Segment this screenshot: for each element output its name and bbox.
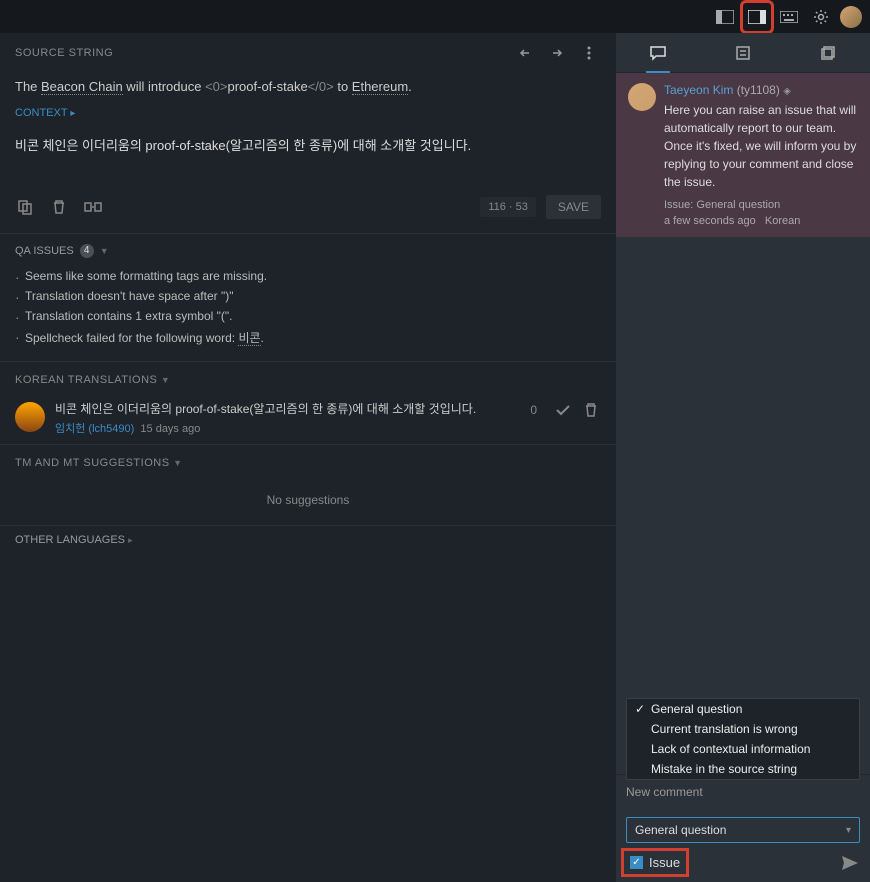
comments-pane: Taeyeon Kim (ty1108) ◈ Here you can rais…	[616, 33, 870, 882]
tab-files[interactable]	[808, 33, 848, 73]
top-toolbar	[0, 0, 870, 33]
new-comment-input[interactable]: New comment	[626, 783, 860, 805]
comment-issue-label: Issue: General question	[664, 199, 858, 211]
translator-link[interactable]: 임치헌 (lch5490)	[55, 423, 134, 435]
issue-checkbox[interactable]: ✓	[630, 856, 643, 869]
panel-left-icon[interactable]	[712, 4, 738, 30]
insert-tag-icon[interactable]	[83, 197, 103, 217]
approve-icon[interactable]	[553, 400, 573, 420]
comment-text: Here you can raise an issue that will au…	[664, 101, 858, 191]
qa-issues-list: Seems like some formatting tags are miss…	[0, 262, 616, 361]
dropdown-option[interactable]: Current translation is wrong	[627, 719, 859, 739]
gear-icon[interactable]	[808, 4, 834, 30]
copy-source-icon[interactable]	[15, 197, 35, 217]
issue-type-select[interactable]: General question ▾	[626, 817, 860, 843]
editor-pane: SOURCE STRING The Beacon Chain will intr…	[0, 33, 616, 882]
tm-suggestions-header[interactable]: TM AND MT SUGGESTIONS ▼	[0, 445, 616, 475]
source-string-header: SOURCE STRING	[15, 47, 113, 59]
commenter-name[interactable]: Taeyeon Kim	[664, 83, 733, 97]
issue-checkbox-wrap[interactable]: ✓ Issue	[626, 853, 684, 872]
korean-translations-header[interactable]: KOREAN TRANSLATIONS ▼	[0, 362, 616, 392]
other-languages-header[interactable]: OTHER LANGUAGES ▸	[0, 525, 616, 554]
qa-count-badge: 4	[80, 244, 94, 258]
translator-avatar	[15, 402, 45, 432]
delete-suggestion-icon[interactable]	[581, 400, 601, 420]
character-count: 116 · 53	[480, 197, 536, 217]
qa-issue-item: Spellcheck failed for the following word…	[15, 326, 601, 349]
delete-icon[interactable]	[49, 197, 69, 217]
comment-item: Taeyeon Kim (ty1108) ◈ Here you can rais…	[616, 73, 870, 237]
verified-icon: ◈	[783, 86, 791, 97]
dropdown-option[interactable]: Lack of contextual information	[627, 739, 859, 759]
translation-input[interactable]: 비콘 체인은 이더리움의 proof-of-stake(알고리즘의 한 종류)에…	[0, 125, 616, 185]
qa-issues-header[interactable]: QA ISSUES 4 ▼	[0, 234, 616, 262]
tab-comments[interactable]	[638, 33, 678, 73]
no-suggestions-text: No suggestions	[0, 475, 616, 525]
tab-terms[interactable]	[723, 33, 763, 73]
commenter-avatar	[628, 83, 656, 111]
issue-type-dropdown[interactable]: General question Current translation is …	[626, 698, 860, 780]
user-avatar[interactable]	[840, 6, 862, 28]
vote-count: 0	[530, 403, 537, 417]
send-icon[interactable]	[840, 854, 860, 872]
qa-issue-item: Translation doesn't have space after ")"	[15, 286, 601, 306]
context-toggle[interactable]: CONTEXT ▸	[0, 105, 616, 125]
translation-suggestion[interactable]: 비콘 체인은 이더리움의 proof-of-stake(알고리즘의 한 종류)에…	[0, 392, 616, 444]
save-button[interactable]: SAVE	[546, 195, 601, 219]
dropdown-option[interactable]: General question	[627, 699, 859, 719]
qa-issue-item: Seems like some formatting tags are miss…	[15, 266, 601, 286]
prev-string-icon[interactable]	[513, 41, 537, 65]
next-string-icon[interactable]	[545, 41, 569, 65]
source-text: The Beacon Chain will introduce <0>proof…	[0, 69, 616, 105]
dropdown-option[interactable]: Mistake in the source string	[627, 759, 859, 779]
qa-issue-item: Translation contains 1 extra symbol "(".	[15, 306, 601, 326]
keyboard-icon[interactable]	[776, 4, 802, 30]
more-icon[interactable]	[577, 41, 601, 65]
panel-right-icon[interactable]	[744, 4, 770, 30]
